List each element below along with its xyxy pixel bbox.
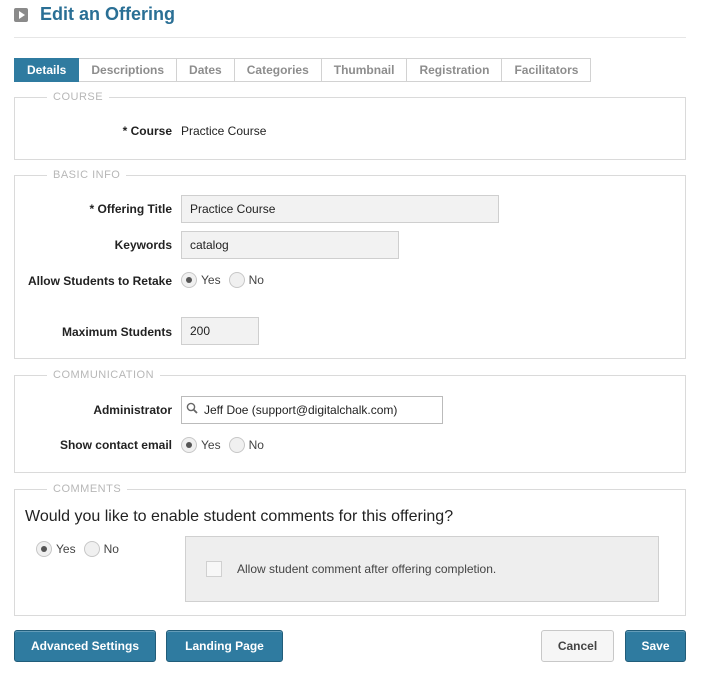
show-email-yes-label: Yes (201, 438, 221, 452)
basic-info-legend: BASIC INFO (47, 169, 127, 181)
search-icon (186, 402, 198, 414)
show-email-no-label: No (248, 438, 264, 452)
tab-registration[interactable]: Registration (407, 58, 503, 82)
tab-facilitators[interactable]: Facilitators (502, 58, 592, 82)
offering-title-label: * Offering Title (89, 202, 172, 216)
course-legend: COURSE (47, 91, 110, 103)
max-students-input[interactable]: 200 (181, 317, 259, 345)
administrator-label: Administrator (93, 403, 172, 417)
course-section: COURSE * Course Practice Course (14, 91, 686, 160)
allow-retake-radio-group: Yes No (181, 272, 272, 288)
comments-radio-group: Yes No (36, 541, 127, 557)
show-email-radio-group: Yes No (181, 437, 272, 453)
allow-retake-no-label: No (248, 273, 264, 287)
show-email-no-radio[interactable] (228, 437, 245, 453)
communication-section: COMMUNICATION Administrator Jeff Doe (su… (14, 369, 686, 473)
landing-page-button[interactable]: Landing Page (166, 630, 283, 662)
tab-dates[interactable]: Dates (177, 58, 235, 82)
cancel-button[interactable]: Cancel (541, 630, 614, 662)
collapse-arrow-icon[interactable] (14, 8, 28, 22)
allow-comment-after-completion-checkbox[interactable] (206, 561, 222, 577)
comment-option-box: Allow student comment after offering com… (185, 536, 659, 602)
tab-descriptions[interactable]: Descriptions (79, 58, 178, 82)
comments-no-radio[interactable] (83, 541, 100, 557)
show-email-yes-radio[interactable] (181, 437, 197, 453)
keywords-label: Keywords (114, 238, 172, 252)
comments-question: Would you like to enable student comment… (25, 508, 454, 525)
show-email-label: Show contact email (59, 438, 172, 452)
allow-comment-after-completion-label: Allow student comment after offering com… (237, 562, 497, 576)
comments-yes-radio[interactable] (36, 541, 52, 557)
tab-bar: Details Descriptions Dates Categories Th… (14, 58, 592, 82)
comments-yes-label: Yes (56, 542, 76, 556)
administrator-value: Jeff Doe (support@digitalchalk.com) (204, 403, 398, 417)
page-header: Edit an Offering (14, 4, 686, 38)
allow-retake-yes-label: Yes (201, 273, 221, 287)
allow-retake-label: Allow Students to Retake (27, 274, 172, 288)
allow-retake-no-radio[interactable] (228, 272, 245, 288)
comments-section: COMMENTS Would you like to enable studen… (14, 483, 686, 616)
tab-details[interactable]: Details (14, 58, 80, 82)
communication-legend: COMMUNICATION (47, 369, 161, 381)
basic-info-section: BASIC INFO * Offering Title Practice Cou… (14, 169, 686, 359)
max-students-label: Maximum Students (61, 325, 172, 339)
tab-categories[interactable]: Categories (234, 58, 322, 82)
tab-thumbnail[interactable]: Thumbnail (321, 58, 408, 82)
keywords-input[interactable]: catalog (181, 231, 399, 259)
administrator-input[interactable]: Jeff Doe (support@digitalchalk.com) (181, 396, 443, 424)
allow-retake-yes-radio[interactable] (181, 272, 197, 288)
course-label: * Course (122, 124, 172, 138)
comments-legend: COMMENTS (47, 483, 128, 495)
save-button[interactable]: Save (625, 630, 686, 662)
course-value: Practice Course (181, 124, 267, 138)
page-title: Edit an Offering (40, 4, 175, 24)
comments-no-label: No (103, 542, 119, 556)
advanced-settings-button[interactable]: Advanced Settings (14, 630, 156, 662)
offering-title-input[interactable]: Practice Course (181, 195, 499, 223)
